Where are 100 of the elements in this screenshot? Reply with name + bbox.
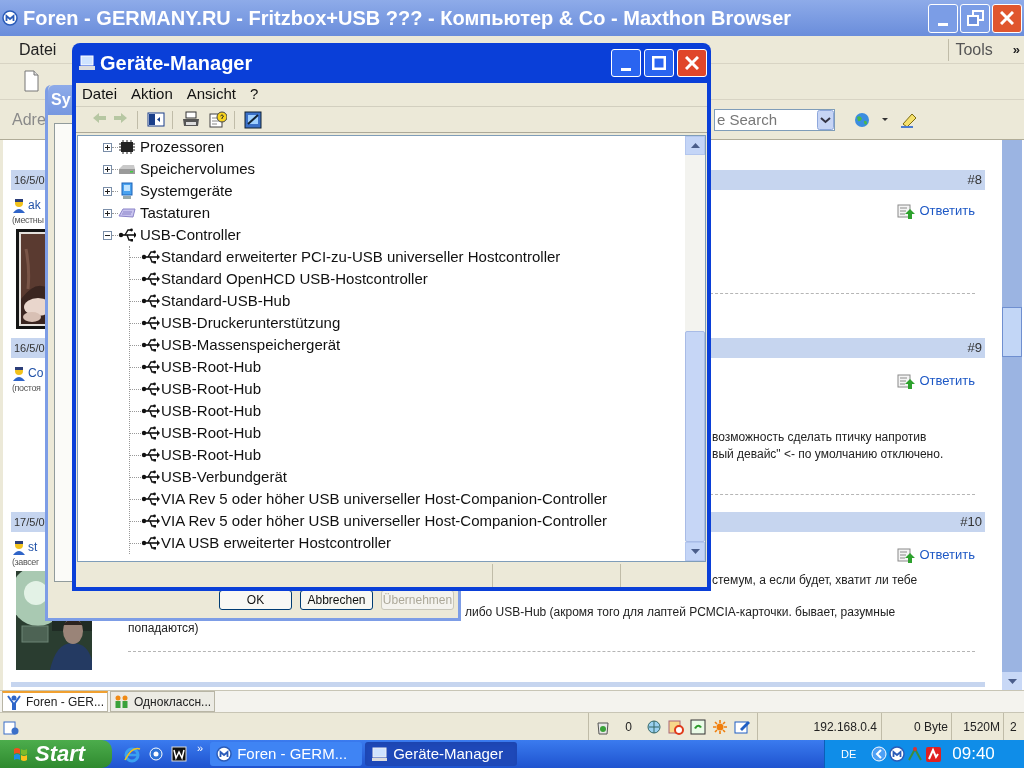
antivirus-icon[interactable]: [925, 745, 943, 763]
restore-icon: [966, 10, 984, 26]
reply-link[interactable]: Ответить: [919, 545, 975, 565]
browser-logo-icon[interactable]: [889, 746, 906, 762]
globe-icon[interactable]: [854, 111, 870, 128]
user-name[interactable]: ak: [28, 199, 41, 211]
restore-button[interactable]: [960, 3, 990, 33]
usb-icon: [141, 424, 160, 442]
counter-text: 0: [625, 718, 632, 736]
tree-item[interactable]: USB-Root-Hub: [161, 399, 262, 423]
more-button[interactable]: »: [197, 740, 204, 757]
tree-item[interactable]: VIA USB erweiterter Hostcontroller: [161, 531, 392, 555]
menu-item[interactable]: ?: [249, 83, 259, 106]
browser-tab[interactable]: Одноклассн...: [110, 691, 216, 712]
windows-logo-icon: [12, 745, 29, 763]
user-name[interactable]: st: [28, 541, 38, 553]
tree-item[interactable]: VIA Rev 5 oder höher USB universeller Host-Companion-Controller: [161, 509, 608, 533]
scrollbar[interactable]: [685, 136, 705, 561]
computer-icon: [78, 55, 96, 71]
post-number[interactable]: #10: [960, 512, 982, 532]
browser-icon[interactable]: [124, 745, 141, 763]
post-date: 17/5/0: [14, 514, 45, 530]
scroll-down-button[interactable]: [1002, 672, 1022, 690]
panel-icon[interactable]: [147, 110, 165, 129]
close-button[interactable]: [992, 3, 1022, 33]
w-letter-icon[interactable]: [171, 746, 187, 762]
overflow-chevron[interactable]: »: [1012, 39, 1020, 60]
post-text: возможность сделать птичку напротив: [711, 429, 928, 446]
menu-item[interactable]: Datei: [82, 83, 118, 106]
start-button[interactable]: Start: [0, 740, 112, 768]
expand-icon[interactable]: [103, 208, 112, 218]
menu-item[interactable]: Tools: [955, 37, 993, 62]
tree-item[interactable]: Standard OpenHCD USB-Hostcontroller: [161, 267, 428, 291]
maximize-button[interactable]: [644, 49, 674, 77]
maximize-icon: [652, 56, 666, 70]
tree-item[interactable]: Standard erweiterter PCI-zu-USB universeller Hostcontroller: [161, 245, 561, 269]
expand-icon[interactable]: [103, 186, 112, 196]
tree-item[interactable]: Tastaturen: [140, 201, 211, 225]
minimize-button[interactable]: [928, 3, 958, 33]
tree-item[interactable]: USB-Druckerunterstützung: [161, 311, 341, 335]
scrollbar-thumb[interactable]: [685, 331, 705, 542]
taskbar-button[interactable]: Geräte-Manager: [365, 742, 518, 766]
tree-item[interactable]: USB-Controller: [140, 223, 241, 247]
sun-icon[interactable]: [712, 718, 728, 735]
tree-item[interactable]: USB-Verbundgerät: [161, 465, 287, 489]
edit-icon[interactable]: [734, 718, 751, 735]
page-status-icon: [3, 718, 19, 735]
caret-icon[interactable]: [882, 118, 888, 121]
reply-icon[interactable]: [897, 202, 917, 220]
tree-item[interactable]: USB-Root-Hub: [161, 355, 262, 379]
scrollbar-thumb[interactable]: [1002, 307, 1022, 357]
collapse-icon[interactable]: [103, 230, 112, 240]
reply-link[interactable]: Ответить: [919, 201, 975, 221]
language-indicator[interactable]: DE: [841, 745, 857, 763]
blocked-icon[interactable]: [668, 718, 684, 735]
scroll-up-button[interactable]: [685, 136, 705, 155]
minimize-button[interactable]: [611, 49, 641, 77]
browser-logo-icon: [216, 746, 233, 762]
people-icon: [114, 693, 131, 710]
post-number[interactable]: #9: [967, 338, 982, 358]
tree-item[interactable]: Prozessoren: [140, 135, 225, 159]
reply-link[interactable]: Ответить: [919, 371, 975, 391]
tree-item[interactable]: USB-Root-Hub: [161, 443, 262, 467]
refresh-icon[interactable]: [690, 718, 706, 735]
reply-icon[interactable]: [897, 372, 917, 390]
post-number[interactable]: #8: [967, 170, 982, 190]
dialog-button[interactable]: OK: [219, 590, 292, 610]
chevron-icon[interactable]: [871, 746, 888, 762]
dialog-button[interactable]: Abbrechen: [300, 590, 373, 610]
browser-tab[interactable]: Foren - GER...: [2, 691, 109, 712]
search-field[interactable]: e Search: [714, 108, 835, 131]
tree-item[interactable]: USB-Root-Hub: [161, 421, 262, 445]
tree-item[interactable]: USB-Massenspeichergerät: [161, 333, 341, 357]
up-arrow-icon: [690, 143, 700, 148]
usb-icon: [141, 248, 160, 266]
tree-item[interactable]: Speichervolumes: [140, 157, 256, 181]
tree-item[interactable]: Systemgeräte: [140, 179, 233, 203]
tree-item[interactable]: VIA Rev 5 oder höher USB universeller Host-Companion-Controller: [161, 487, 608, 511]
expand-icon[interactable]: [103, 142, 112, 152]
new-page-icon[interactable]: [22, 70, 40, 93]
dropdown-icon[interactable]: [817, 109, 834, 130]
menu-item[interactable]: Aktion: [131, 83, 173, 106]
user-name[interactable]: Co: [28, 367, 44, 379]
menu-item[interactable]: Ansicht: [186, 83, 236, 106]
printer-icon[interactable]: [182, 110, 200, 129]
expand-icon[interactable]: [103, 164, 112, 174]
usb-icon: [141, 490, 160, 508]
user-rank: (постоя: [12, 382, 41, 394]
reply-icon[interactable]: [897, 546, 917, 564]
monitor-icon[interactable]: [244, 110, 262, 129]
scrollbar[interactable]: [1002, 140, 1022, 690]
dialog-title: Sy: [51, 92, 71, 108]
tree-item[interactable]: USB-Root-Hub: [161, 377, 262, 401]
taskbar-button[interactable]: Foren - GERM...: [210, 742, 363, 766]
properties-icon[interactable]: [209, 110, 227, 129]
tree-item[interactable]: Standard-USB-Hub: [161, 289, 291, 313]
close-button[interactable]: [677, 49, 707, 77]
menu-item[interactable]: Datei: [18, 37, 58, 62]
scroll-down-button[interactable]: [685, 542, 705, 561]
user-icon: [12, 197, 26, 213]
